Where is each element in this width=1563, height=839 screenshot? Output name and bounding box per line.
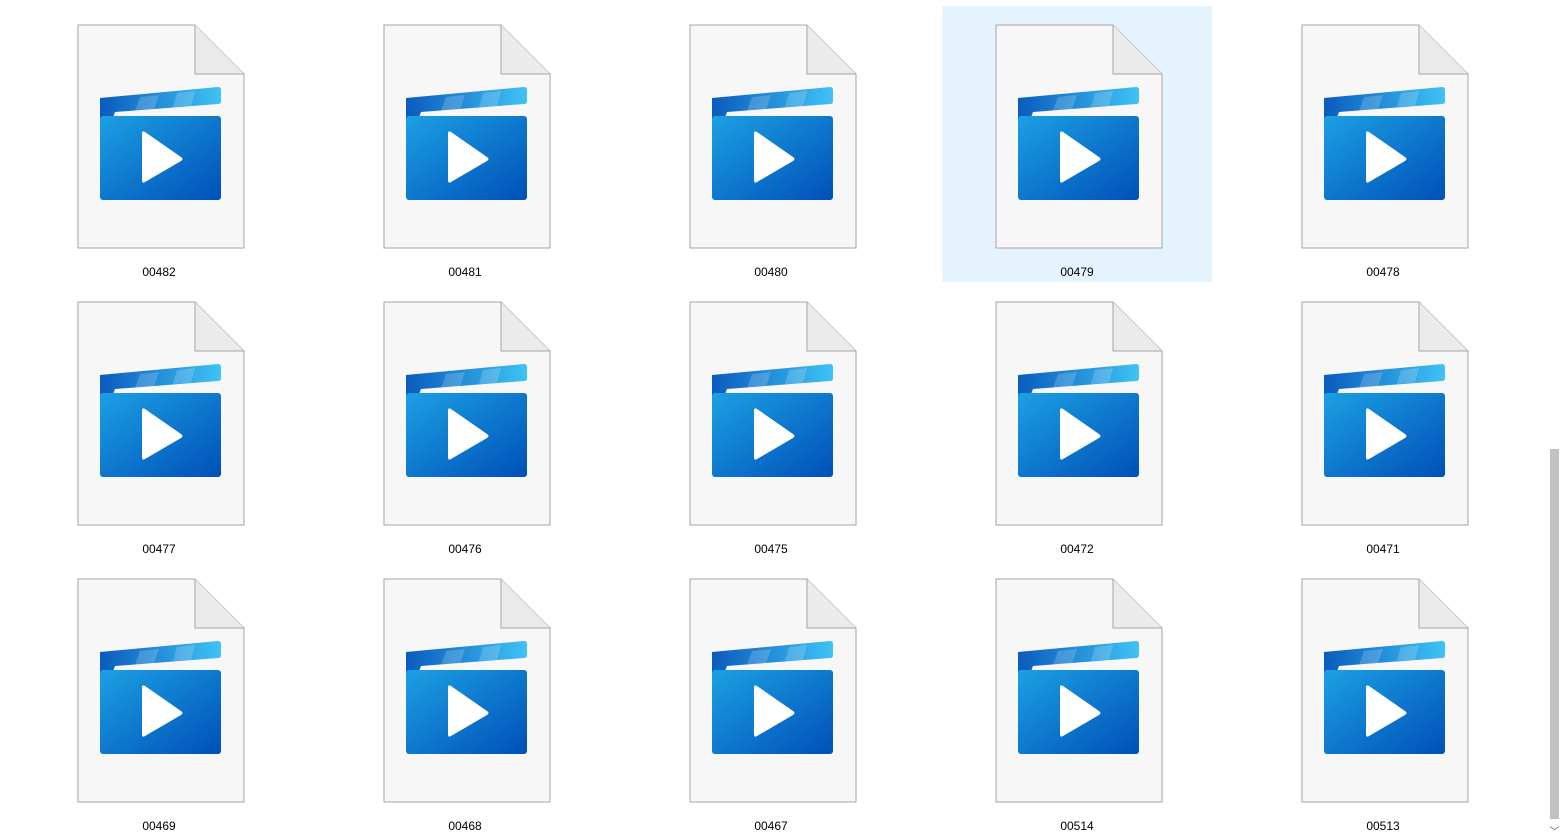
file-item-00479[interactable]: 00479: [942, 6, 1212, 282]
video-file-icon: [383, 301, 551, 526]
video-file-icon: [1301, 301, 1469, 526]
video-file-icon: [77, 578, 245, 803]
file-name-label: 00472: [1060, 542, 1094, 556]
video-file-icon: [689, 578, 857, 803]
video-file-icon: [77, 301, 245, 526]
file-item-00475[interactable]: 00475: [636, 283, 906, 559]
file-name-label: 00476: [448, 542, 482, 556]
file-name-label: 00477: [142, 542, 176, 556]
file-name-label: 00471: [1366, 542, 1400, 556]
scrollbar-track[interactable]: [1546, 0, 1563, 823]
file-item-00478[interactable]: 00478: [1248, 6, 1518, 282]
file-item-00513[interactable]: 00513: [1248, 560, 1518, 836]
file-item-00477[interactable]: 00477: [24, 283, 294, 559]
file-item-00481[interactable]: 00481: [330, 6, 600, 282]
file-item-00467[interactable]: 00467: [636, 560, 906, 836]
file-item-00480[interactable]: 00480: [636, 6, 906, 282]
video-file-icon: [995, 301, 1163, 526]
file-item-00482[interactable]: 00482: [24, 6, 294, 282]
file-item-00514[interactable]: 00514: [942, 560, 1212, 836]
file-name-label: 00479: [1060, 265, 1094, 279]
file-item-00469[interactable]: 00469: [24, 560, 294, 836]
video-file-icon: [383, 578, 551, 803]
file-name-label: 00478: [1366, 265, 1400, 279]
scroll-down-button[interactable]: ﹀: [1546, 822, 1563, 839]
scrollbar-thumb[interactable]: [1550, 449, 1559, 819]
file-explorer-view: 00482 00481 00480 00479 00478 00477 0047…: [0, 0, 1563, 839]
video-file-icon: [1301, 578, 1469, 803]
file-name-label: 00469: [142, 819, 176, 833]
file-item-00472[interactable]: 00472: [942, 283, 1212, 559]
file-name-label: 00467: [754, 819, 788, 833]
file-item-00476[interactable]: 00476: [330, 283, 600, 559]
file-name-label: 00468: [448, 819, 482, 833]
file-grid: 00482 00481 00480 00479 00478 00477 0047…: [0, 0, 1545, 839]
file-item-00468[interactable]: 00468: [330, 560, 600, 836]
file-name-label: 00482: [142, 265, 176, 279]
file-name-label: 00514: [1060, 819, 1094, 833]
video-file-icon: [995, 24, 1163, 249]
video-file-icon: [995, 578, 1163, 803]
video-file-icon: [689, 301, 857, 526]
file-item-00471[interactable]: 00471: [1248, 283, 1518, 559]
file-name-label: 00481: [448, 265, 482, 279]
chevron-down-icon: ﹀: [1549, 827, 1560, 838]
file-name-label: 00480: [754, 265, 788, 279]
file-name-label: 00475: [754, 542, 788, 556]
video-file-icon: [1301, 24, 1469, 249]
file-name-label: 00513: [1366, 819, 1400, 833]
video-file-icon: [383, 24, 551, 249]
vertical-scrollbar[interactable]: ﹀: [1546, 0, 1563, 839]
video-file-icon: [689, 24, 857, 249]
video-file-icon: [77, 24, 245, 249]
